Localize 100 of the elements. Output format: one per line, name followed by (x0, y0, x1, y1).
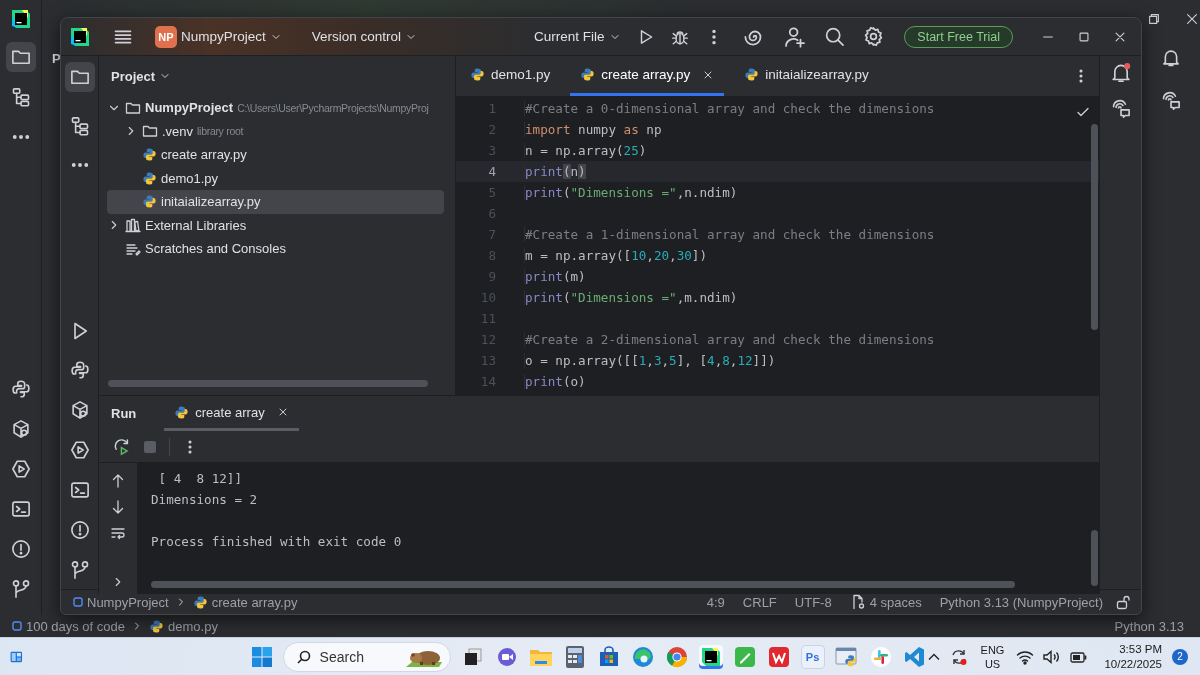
services-icon[interactable] (10, 459, 31, 479)
unlock-icon[interactable] (1115, 594, 1131, 610)
notification-icon[interactable] (1109, 62, 1132, 84)
tree-item[interactable]: create array.py (107, 143, 444, 167)
code-line: m = np.array([10,20,30]) (524, 248, 708, 263)
line-separator[interactable]: CRLF (736, 594, 783, 610)
search-icon (295, 648, 312, 665)
pycharm-icon[interactable] (698, 644, 723, 669)
browser-icon[interactable] (664, 644, 689, 669)
search-icon[interactable] (824, 26, 846, 47)
file-encoding[interactable]: UTF-8 (788, 594, 838, 610)
code-line: #Create a 2-dimensional array and check the dimensions (524, 332, 935, 347)
tree-item[interactable]: External Libraries (107, 213, 444, 237)
python-file-icon (192, 594, 208, 610)
wifi-icon[interactable] (1016, 648, 1035, 665)
python-file-icon (470, 67, 485, 82)
soft-wrap-icon[interactable] (110, 525, 126, 541)
ai-chat-icon[interactable] (1110, 98, 1131, 118)
tree-item[interactable]: Scratches and Consoles (107, 237, 444, 261)
breadcrumb-item[interactable]: 100 days of code (12, 618, 126, 634)
python-console-icon[interactable] (69, 360, 90, 380)
run-tab[interactable]: create array (164, 396, 299, 431)
breadcrumb-item[interactable]: create array.py (192, 594, 298, 610)
tree-item[interactable]: initaializearray.py (107, 190, 444, 214)
tree-item[interactable]: .venv library root (107, 119, 444, 143)
module-icon (73, 597, 83, 607)
python-file-icon (142, 194, 157, 210)
code-line: print(n) (524, 164, 586, 179)
packages-icon[interactable] (69, 400, 90, 420)
clock[interactable]: 3:53 PM 10/22/2025 (1096, 641, 1164, 672)
terminal-icon[interactable] (10, 499, 31, 519)
up-arrow-icon[interactable] (110, 473, 126, 489)
code-line: print(m) (524, 269, 586, 284)
python-file-icon (142, 170, 157, 186)
browser-icon[interactable] (630, 644, 655, 669)
terminal-icon[interactable] (69, 480, 90, 500)
app-icon[interactable]: Ps (800, 644, 825, 669)
code-line: #Create a 1-dimensional array and check the dimensions (524, 227, 935, 242)
caret-position[interactable]: 4:9 (700, 594, 731, 610)
windows-start-icon[interactable] (250, 645, 273, 668)
structure-icon[interactable] (10, 87, 31, 107)
add-user-icon[interactable] (784, 25, 807, 48)
console-line: Process finished with exit code 0 (151, 533, 403, 551)
notification-icon[interactable] (1161, 48, 1181, 68)
notes-icon[interactable] (732, 644, 757, 669)
code-line: n = np.array(25) (524, 143, 647, 158)
interpreter-label[interactable]: Python 3.13 (NumpyProject) (933, 594, 1109, 610)
scrollbar[interactable] (108, 380, 428, 387)
code-line: print("Dimensions =",m.ndim) (524, 290, 738, 305)
scrollbar[interactable] (1091, 530, 1098, 586)
tree-item[interactable]: NumpyProject C:\Users\User\PycharmProjects\NumpyProj (107, 96, 444, 120)
editor-tab[interactable]: create array.py (570, 56, 725, 96)
python-file-icon (174, 404, 190, 420)
run-config-selector[interactable]: Current File (528, 25, 627, 48)
close-icon[interactable] (1185, 12, 1199, 26)
panel-title[interactable]: Project (111, 68, 156, 84)
python-file-icon (149, 618, 165, 634)
editor-tab[interactable]: demo1.py (460, 56, 561, 96)
scrollbar[interactable] (151, 581, 1015, 588)
editor-tab[interactable]: initaializearray.py (734, 56, 879, 96)
office-icon[interactable] (766, 644, 791, 669)
project-tool-button[interactable] (64, 62, 95, 92)
vcs-menu[interactable]: Version control (305, 25, 424, 48)
packages-icon[interactable] (10, 419, 31, 439)
rerun-icon[interactable] (113, 437, 131, 456)
breadcrumb-item[interactable]: demo.py (149, 618, 218, 634)
project-tool-button[interactable] (5, 42, 36, 72)
search-box[interactable]: Search (282, 641, 451, 672)
slack-icon[interactable] (868, 644, 893, 669)
ai-chat-icon[interactable] (1161, 90, 1181, 110)
project-selector[interactable]: NP NumpyProject (149, 21, 288, 52)
panel-title: P (52, 51, 60, 66)
indent-setting[interactable]: 4 spaces (843, 594, 928, 610)
library-icon (125, 217, 141, 234)
code-line: import numpy as np (524, 122, 662, 137)
python-icon[interactable] (834, 644, 859, 669)
scrollbar[interactable] (1091, 124, 1098, 330)
settings-icon[interactable] (863, 26, 885, 47)
trial-button[interactable]: Start Free Trial (904, 25, 1013, 48)
git-icon[interactable] (10, 579, 31, 599)
git-icon[interactable] (69, 560, 90, 580)
volume-icon[interactable] (1042, 648, 1061, 665)
services-icon[interactable] (69, 440, 90, 460)
code-line: print(o) (524, 374, 586, 389)
down-arrow-icon[interactable] (110, 499, 126, 515)
language-indicator[interactable]: ENG US (976, 642, 1009, 671)
restore-icon[interactable] (1147, 12, 1161, 26)
notification-badge[interactable]: 2 (1172, 648, 1188, 665)
app-logo[interactable] (69, 25, 91, 48)
folder-icon (142, 123, 158, 140)
problems-icon[interactable] (69, 520, 90, 540)
maximize-icon[interactable] (1077, 29, 1091, 44)
python-console-icon[interactable] (10, 379, 31, 399)
app-logo[interactable] (9, 8, 32, 30)
tree-item[interactable]: demo1.py (107, 166, 444, 190)
breadcrumb-item[interactable]: NumpyProject (73, 594, 169, 610)
interpreter-label[interactable]: Python 3.13 (1108, 618, 1190, 634)
structure-icon[interactable] (69, 116, 90, 136)
problems-icon[interactable] (10, 539, 31, 559)
console-line: [ 4 8 12]] (157, 470, 243, 488)
